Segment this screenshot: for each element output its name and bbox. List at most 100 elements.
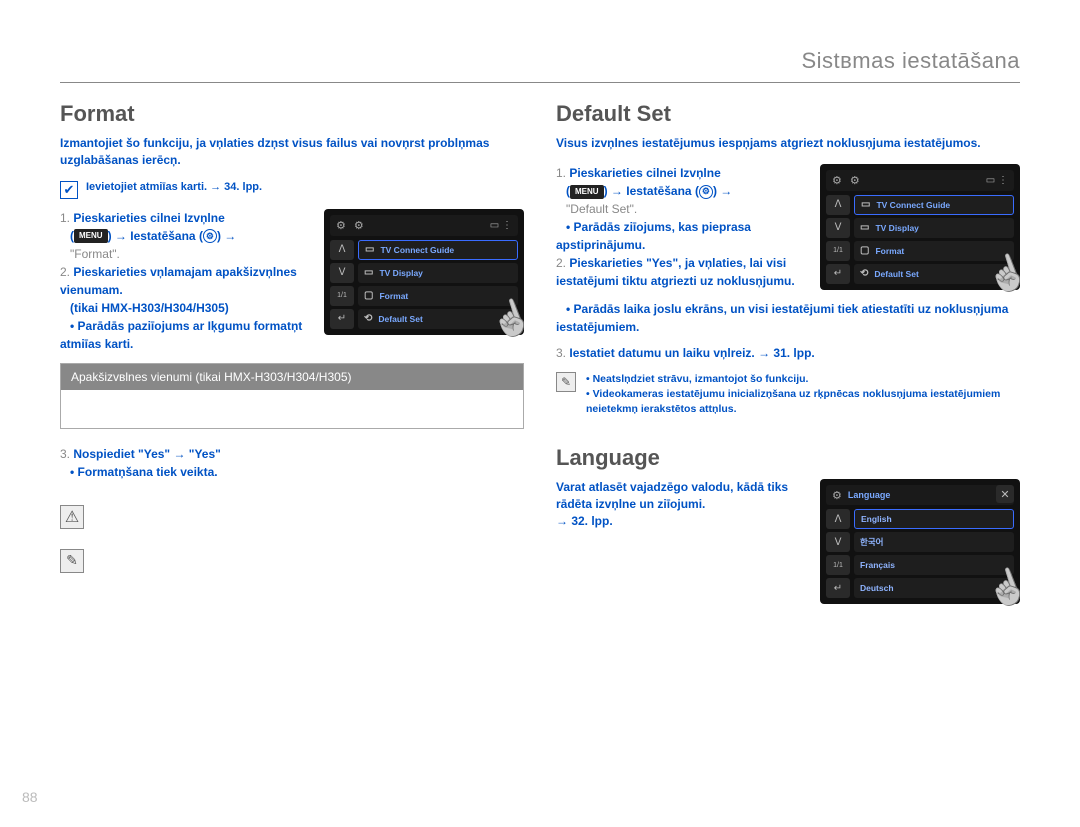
display-icon: ▭ <box>364 267 373 278</box>
globe-icon: ⚙ <box>832 489 842 502</box>
side-controls: ᐱ ᐯ 1/1 ↵ <box>330 240 354 329</box>
language-intro-text: Varat atlasēt vajadzēgo valodu, kādā tik… <box>556 479 808 529</box>
down-button[interactable]: ᐯ <box>330 263 354 283</box>
gear-icon: ⚙ <box>203 229 217 243</box>
step1b: Iestatēšana ( <box>626 184 699 198</box>
display-icon: ▭ <box>860 222 869 233</box>
page-header: Sistвmas iestatāšana <box>60 48 1020 83</box>
row-tv-display[interactable]: ▭ TV Display <box>358 263 518 283</box>
page-indicator: 1/1 <box>826 241 850 261</box>
back-button[interactable]: ↵ <box>826 264 850 284</box>
step-number: 3. <box>556 346 566 360</box>
language-screen: ⚙ Language ✕ ᐱ ᐯ 1/1 ↵ English 한국어 Franç… <box>820 479 1020 604</box>
settings-screen-format: ⚙ ⚙ ▭ ⋮ ᐱ ᐯ 1/1 ↵ ▭TV Connect Guide ▭TV … <box>324 209 524 335</box>
format-term: "Format". <box>70 247 120 261</box>
back-button[interactable]: ↵ <box>330 309 354 329</box>
menu-chip: MENU <box>570 185 604 199</box>
row-tv-display[interactable]: ▭ TV Display <box>854 218 1014 238</box>
format-step3-block: 3. Nospiediet "Yes" → "Yes" • Formatņšan… <box>60 445 524 481</box>
screen-header-label: Language <box>848 490 891 500</box>
step3-li1: Formatņšana tiek veikta. <box>78 465 218 479</box>
row-label: TV Display <box>875 223 918 233</box>
step-number: 2. <box>556 256 566 270</box>
step1c: ) → <box>217 229 236 243</box>
defaultset-step2-li: • Parādās laika joslu ekrāns, un visi ie… <box>556 300 1020 336</box>
menu-chip: MENU <box>74 229 108 243</box>
step2-text: Pieskarieties vņlamajam apakšizvņlnes vi… <box>60 265 297 297</box>
pencil-note-icon: ✎ <box>556 372 576 392</box>
step3-text: Nospiediet "Yes" → "Yes" <box>73 447 220 461</box>
format-submenu-header: Apakšizvвlnes vienumi (tikai HMX-H303/H3… <box>61 364 523 390</box>
row-label: TV Connect Guide <box>876 200 950 210</box>
step1-text: Pieskarieties cilnei Izvņlne <box>73 211 224 225</box>
right-column: Default Set Visus izvņlnes iestatējumus … <box>556 101 1020 614</box>
reset-icon: ⟲ <box>860 268 868 279</box>
reset-icon: ⟲ <box>364 313 372 324</box>
up-button[interactable]: ᐱ <box>330 240 354 260</box>
row-english[interactable]: English <box>854 509 1014 529</box>
close-button[interactable]: ✕ <box>996 485 1014 503</box>
step-number: 1. <box>60 211 70 225</box>
step-number: 1. <box>556 166 566 180</box>
up-button[interactable]: ᐱ <box>826 195 850 215</box>
language-block: Varat atlasēt vajadzēgo valodu, kādā tik… <box>556 479 1020 604</box>
page-indicator: 1/1 <box>330 286 354 306</box>
defaultset-step3-block: 3. Iestatiet datumu un laiku vņlreiz. → … <box>556 344 1020 362</box>
gear-icon: ⚙ <box>832 174 842 187</box>
screen-topbar: ⚙ ⚙ ▭ ⋮ <box>330 215 518 236</box>
content-columns: Format Izmantojiet šo funkciju, ja vņlat… <box>60 101 1020 614</box>
format-steps-text: 1. Pieskarieties cilnei Izvņlne (MENU) →… <box>60 209 312 353</box>
step2-li1: Parādās laika joslu ekrāns, un visi iest… <box>556 302 1008 334</box>
check-icon: ✔ <box>60 181 78 199</box>
step1c: ) → <box>713 184 732 198</box>
language-ref: → 32. lpp. <box>556 514 613 528</box>
format-submenu-panel: Apakšizvвlnes vienumi (tikai HMX-H303/H3… <box>60 363 524 429</box>
card-icon: ▢ <box>364 290 373 301</box>
row-label: TV Connect Guide <box>380 245 454 255</box>
topbar-right-icons: ▭ ⋮ <box>490 220 512 231</box>
defaultset-intro: Visus izvņlnes iestatējumus iespņjams at… <box>556 135 1020 152</box>
step-number: 2. <box>60 265 70 279</box>
format-title: Format <box>60 101 524 127</box>
defaultset-notes: ✎ • Neatslņdziet strāvu, izmantojot šo f… <box>556 372 1020 418</box>
step1-li1: Parādās ziīojums, kas pieprasa apstiprin… <box>556 220 751 252</box>
page-indicator: 1/1 <box>826 555 850 575</box>
gear-icon: ⚙ <box>699 185 713 199</box>
gear-icon: ⚙ <box>354 219 364 232</box>
defaultset-steps-text: 1. Pieskarieties cilnei Izvņlne (MENU) →… <box>556 164 808 290</box>
row-format[interactable]: ▢Format <box>358 286 518 306</box>
gear-icon: ⚙ <box>336 219 346 232</box>
screen-header: ⚙ Language <box>826 485 1014 505</box>
row-label: TV Display <box>379 268 422 278</box>
row-korean[interactable]: 한국어 <box>854 532 1014 552</box>
format-precheck-text: Ievietojiet atmiīas karti. → 34. lpp. <box>86 181 262 193</box>
defaultset-steps-block: 1. Pieskarieties cilnei Izvņlne (MENU) →… <box>556 164 1020 290</box>
down-button[interactable]: ᐯ <box>826 218 850 238</box>
down-button[interactable]: ᐯ <box>826 532 850 552</box>
row-label: Default Set <box>378 314 422 324</box>
step2-text: Pieskarieties "Yes", ja vņlaties, lai vi… <box>556 256 795 288</box>
warning-icon: ⚠ <box>60 505 84 529</box>
note-li2: Videokameras iestatējumu inicializņšana … <box>586 388 1000 415</box>
note-li1: Neatslņdziet strāvu, izmantojot šo funkc… <box>593 373 809 385</box>
step1-text: Pieskarieties cilnei Izvņlne <box>569 166 720 180</box>
language-title: Language <box>556 445 1020 471</box>
settings-screen-default: ⚙ ⚙ ▭ ⋮ ᐱ ᐯ 1/1 ↵ ▭TV Connect Guide ▭TV … <box>820 164 1020 290</box>
side-controls: ᐱ ᐯ 1/1 ↵ <box>826 509 850 598</box>
defaultset-notes-text: • Neatslņdziet strāvu, izmantojot šo fun… <box>586 372 1020 418</box>
back-button[interactable]: ↵ <box>826 578 850 598</box>
format-intro: Izmantojiet šo funkciju, ja vņlaties dzņ… <box>60 135 524 169</box>
tv-icon: ▭ <box>861 199 870 210</box>
gear-icon: ⚙ <box>850 174 860 187</box>
defaultset-term: "Default Set". <box>566 202 637 216</box>
format-precheck: ✔ Ievietojiet atmiīas karti. → 34. lpp. <box>60 181 524 199</box>
step-number: 3. <box>60 447 70 461</box>
row-tv-connect-guide[interactable]: ▭ TV Connect Guide <box>854 195 1014 215</box>
row-label: Deutsch <box>860 583 894 593</box>
topbar-left-icons: ⚙ ⚙ <box>336 219 364 232</box>
page-number: 88 <box>22 789 38 805</box>
row-tv-connect-guide[interactable]: ▭TV Connect Guide <box>358 240 518 260</box>
up-button[interactable]: ᐱ <box>826 509 850 529</box>
row-label: English <box>861 514 892 524</box>
topbar-left-icons: ⚙ ⚙ <box>832 174 860 187</box>
